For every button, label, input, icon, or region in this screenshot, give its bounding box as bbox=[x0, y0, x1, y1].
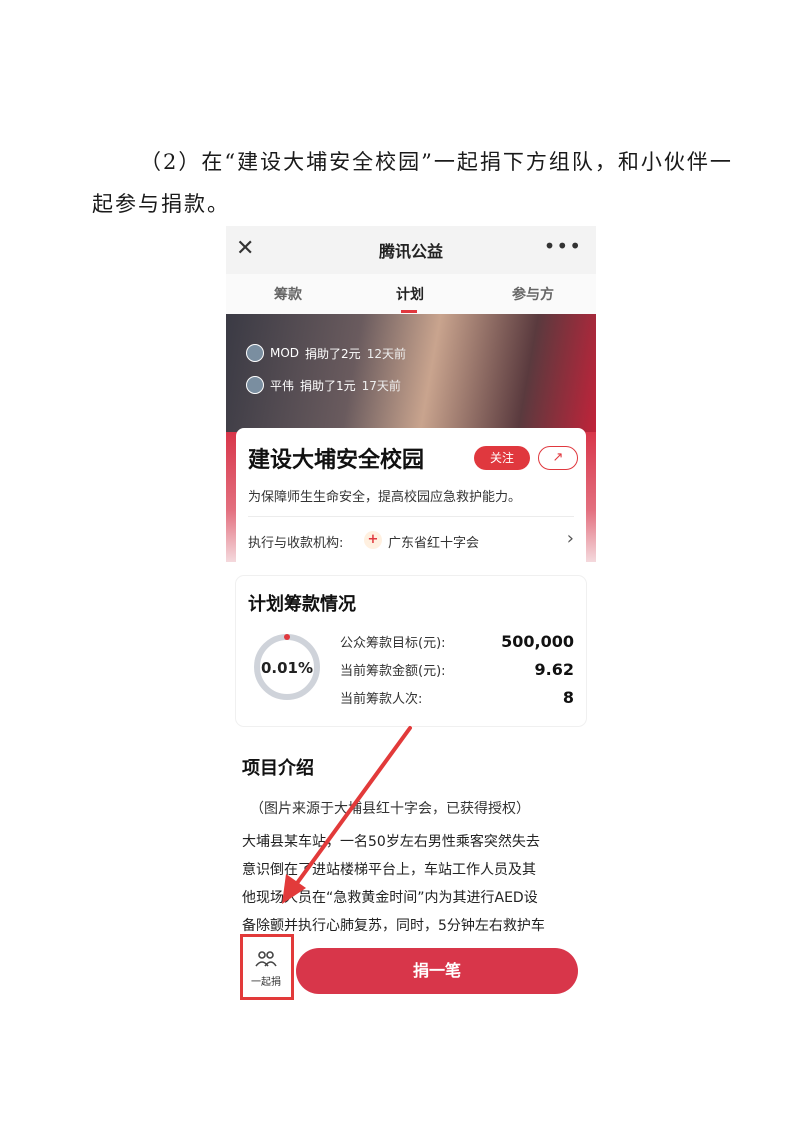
annotation-arrow bbox=[282, 726, 412, 904]
